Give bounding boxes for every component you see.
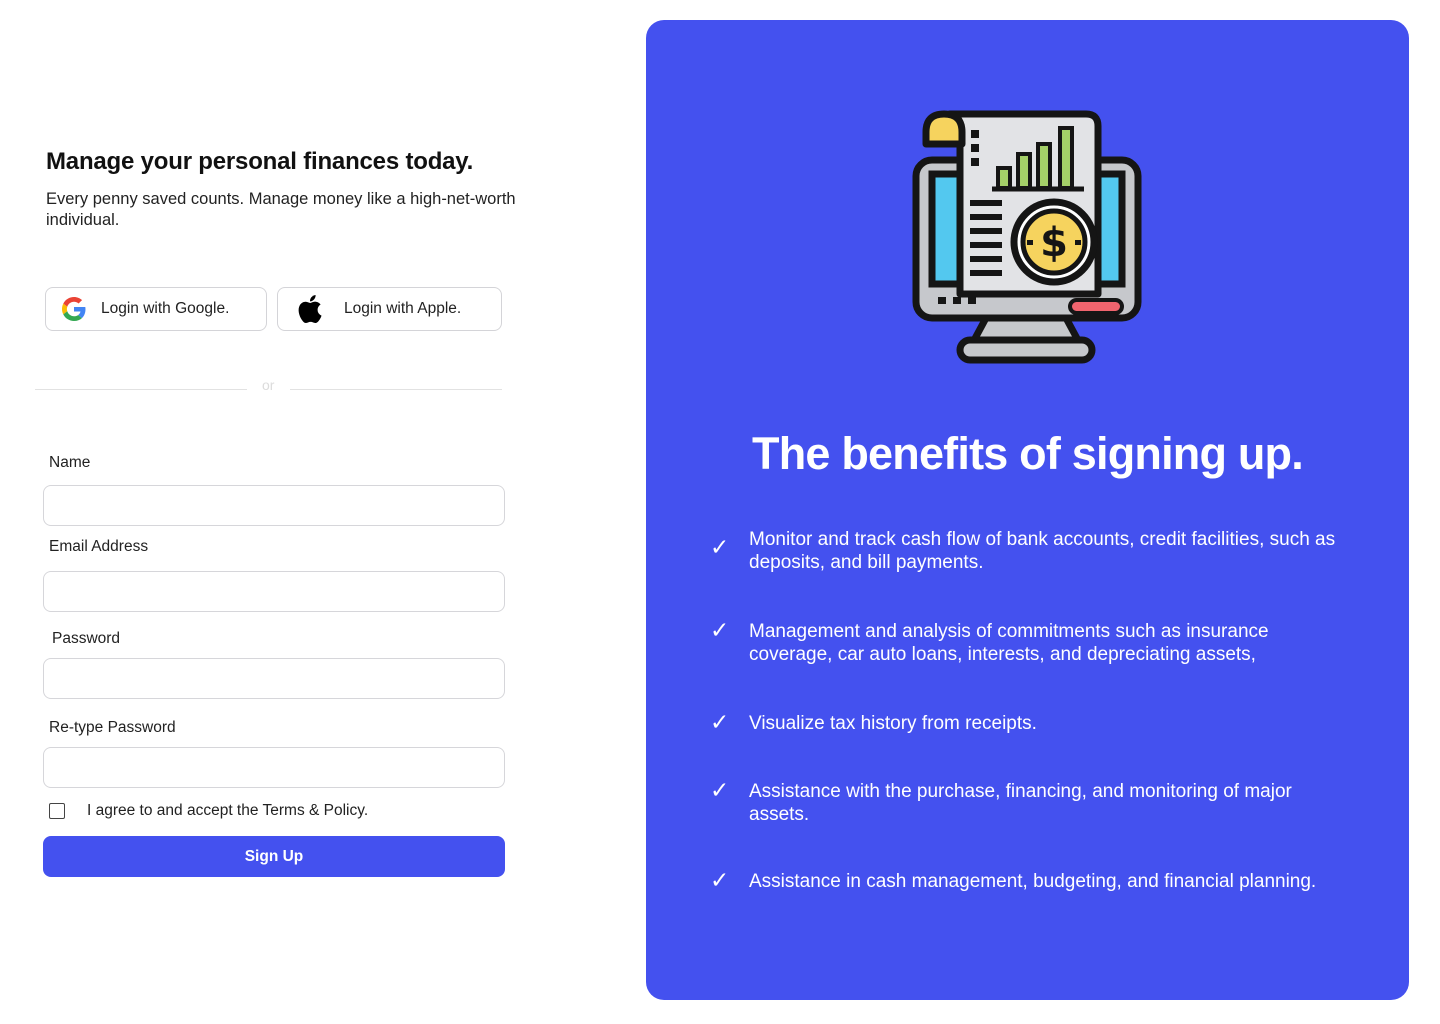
checkmark-icon: ✓ (710, 778, 730, 804)
benefit-item-4: Assistance with the purchase, financing,… (749, 781, 1292, 825)
agree-checkbox[interactable] (49, 803, 65, 819)
email-label: Email Address (49, 538, 149, 555)
password-input[interactable] (43, 658, 505, 699)
login-apple-button[interactable]: Login with Apple. (277, 287, 502, 331)
benefit-item-1: Monitor and track cash flow of bank acco… (749, 529, 1336, 573)
login-google-button[interactable]: Login with Google. (45, 287, 267, 331)
password-label: Password (52, 630, 121, 647)
apple-icon (296, 294, 322, 324)
divider-or-text: or (262, 377, 275, 393)
divider-right (290, 389, 502, 390)
benefit-item-2: Management and analysis of commitments s… (749, 621, 1269, 665)
finance-monitor-icon: $ (904, 104, 1150, 368)
svg-text:$: $ (1040, 220, 1068, 266)
checkmark-icon: ✓ (710, 868, 730, 894)
page-subtitle: Every penny saved counts. Manage money l… (46, 190, 516, 229)
benefit-item-5: Assistance in cash management, budgeting… (749, 871, 1317, 892)
divider-left (35, 389, 247, 390)
checkmark-icon: ✓ (710, 535, 730, 561)
sign-up-button[interactable]: Sign Up (43, 836, 505, 877)
benefit-item-3: Visualize tax history from receipts. (749, 713, 1037, 734)
name-label: Name (49, 454, 91, 471)
email-input[interactable] (43, 571, 505, 612)
name-input[interactable] (43, 485, 505, 526)
login-apple-label: Login with Apple. (344, 300, 462, 317)
retype-password-label: Re-type Password (49, 719, 176, 736)
checkmark-icon: ✓ (710, 710, 730, 736)
page-title: Manage your personal finances today. (46, 148, 474, 175)
retype-password-input[interactable] (43, 747, 505, 788)
google-icon (62, 297, 86, 321)
agree-terms-label: I agree to and accept the Terms & Policy… (87, 802, 369, 819)
login-google-label: Login with Google. (101, 300, 230, 317)
checkmark-icon: ✓ (710, 618, 730, 644)
benefits-title: The benefits of signing up. (752, 428, 1304, 479)
